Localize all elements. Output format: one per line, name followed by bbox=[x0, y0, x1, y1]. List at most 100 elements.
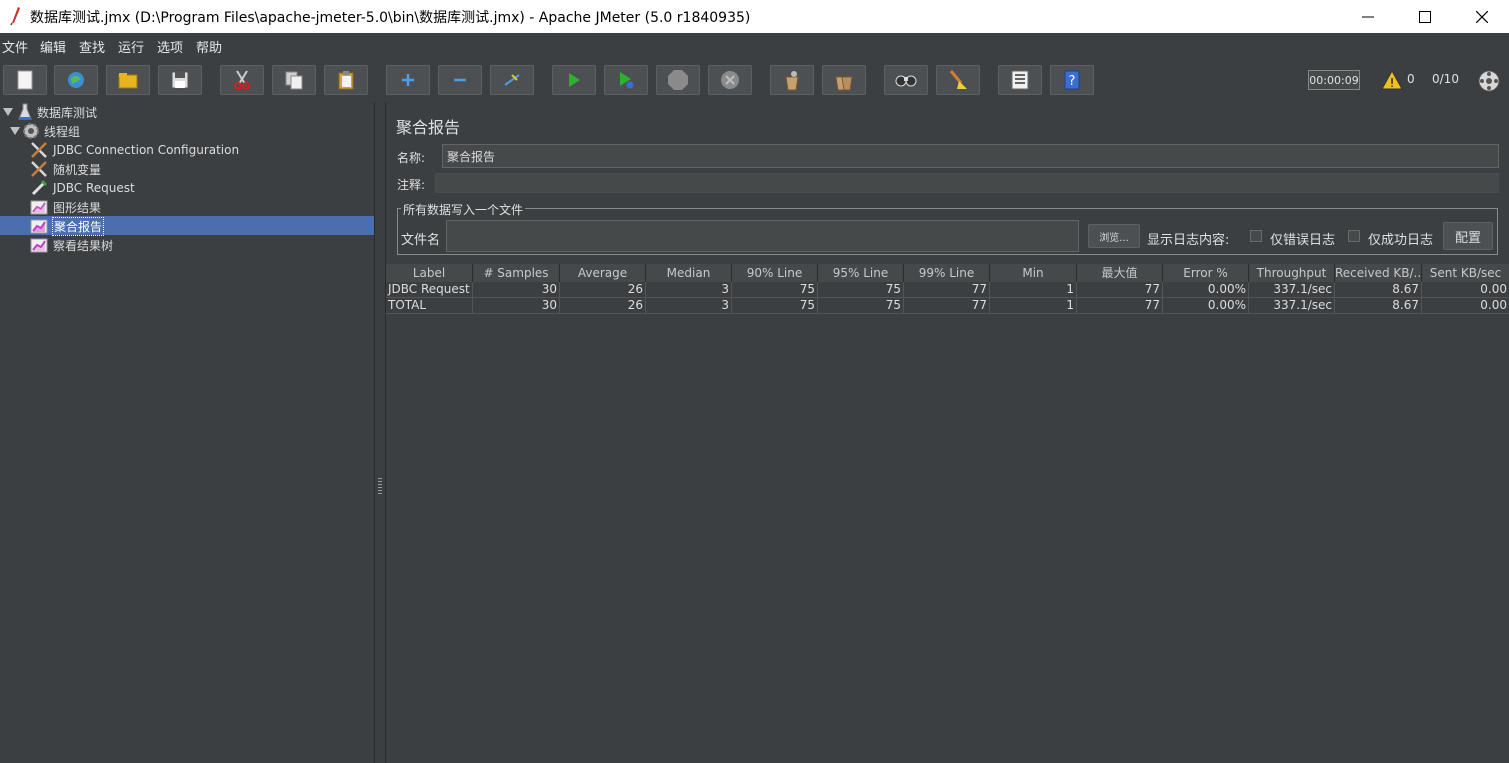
minimize-icon bbox=[1362, 16, 1374, 17]
reset-search-button[interactable] bbox=[936, 65, 980, 95]
column-header[interactable]: Throughput bbox=[1249, 264, 1335, 282]
function-helper-icon bbox=[1011, 70, 1029, 90]
listener-icon bbox=[30, 200, 48, 215]
menu-edit[interactable]: 编辑 bbox=[40, 37, 66, 56]
comment-field[interactable] bbox=[435, 173, 1499, 193]
table-cell: 26 bbox=[560, 298, 646, 314]
configure-button[interactable]: 配置 bbox=[1443, 222, 1493, 250]
tree-item-label: JDBC Request bbox=[53, 181, 135, 195]
column-header[interactable]: Label bbox=[386, 264, 473, 282]
page-title: 聚合报告 bbox=[396, 118, 461, 137]
table-cell: 77 bbox=[1077, 298, 1163, 314]
aggregate-report-panel: 聚合报告 名称: 聚合报告 注释: 所有数据写入一个文件 文件名 浏览... 显… bbox=[386, 102, 1509, 763]
elapsed-timer: 00:00:09 bbox=[1308, 70, 1360, 90]
title-bar: 数据库测试.jmx (D:\Program Files\apache-jmete… bbox=[0, 0, 1509, 33]
warning-icon[interactable]: ! bbox=[1381, 70, 1403, 90]
table-cell: 75 bbox=[732, 298, 818, 314]
thread-group-icon bbox=[23, 123, 39, 139]
maximize-icon bbox=[1419, 10, 1431, 23]
tree-item-graph-results[interactable]: 图形结果 bbox=[30, 198, 102, 216]
maximize-button[interactable] bbox=[1402, 0, 1448, 33]
table-row[interactable]: TOTAL 30 26 3 75 75 77 1 77 0.00% 337.1/… bbox=[386, 298, 1509, 314]
table-cell: 75 bbox=[818, 282, 904, 298]
copy-button[interactable] bbox=[272, 65, 316, 95]
name-field[interactable]: 聚合报告 bbox=[442, 144, 1499, 168]
column-header[interactable]: # Samples bbox=[473, 264, 560, 282]
column-header[interactable]: Sent KB/sec bbox=[1422, 264, 1509, 282]
search-button[interactable] bbox=[884, 65, 928, 95]
start-no-pauses-button[interactable] bbox=[604, 65, 648, 95]
function-helper-button[interactable] bbox=[998, 65, 1042, 95]
column-header[interactable]: 99% Line bbox=[904, 264, 990, 282]
table-cell: 75 bbox=[732, 282, 818, 298]
menu-options[interactable]: 选项 bbox=[157, 37, 183, 56]
name-label: 名称: bbox=[397, 151, 426, 165]
success-only-checkbox[interactable] bbox=[1348, 230, 1360, 242]
toggle-button[interactable] bbox=[490, 65, 534, 95]
tree-item-jdbc-request[interactable]: JDBC Request bbox=[30, 179, 136, 197]
new-button[interactable] bbox=[3, 65, 47, 95]
tree-item-aggregate-report[interactable]: 聚合报告 bbox=[30, 216, 105, 236]
clear-button[interactable] bbox=[770, 65, 814, 95]
cut-button[interactable] bbox=[220, 65, 264, 95]
table-cell: 3 bbox=[646, 282, 732, 298]
open-button[interactable] bbox=[106, 65, 150, 95]
errors-only-checkbox[interactable] bbox=[1250, 230, 1262, 242]
column-header[interactable]: 95% Line bbox=[818, 264, 904, 282]
column-header[interactable]: 90% Line bbox=[732, 264, 818, 282]
collapse-all-button[interactable] bbox=[438, 65, 482, 95]
table-cell: 8.67 bbox=[1335, 298, 1422, 314]
table-cell: 0.00% bbox=[1163, 282, 1249, 298]
tree-item-random-variable[interactable]: 随机变量 bbox=[30, 160, 102, 178]
menu-file[interactable]: 文件 bbox=[2, 37, 28, 56]
clear-all-icon bbox=[835, 76, 853, 91]
tree-item-label: 聚合报告 bbox=[52, 216, 105, 236]
expand-all-button[interactable] bbox=[386, 65, 430, 95]
config-element-icon bbox=[31, 142, 47, 158]
stop-button[interactable] bbox=[656, 65, 700, 95]
menu-run[interactable]: 运行 bbox=[118, 37, 144, 56]
tree-item-test-plan[interactable]: 数据库测试 bbox=[2, 103, 98, 121]
stop-icon bbox=[668, 70, 688, 90]
tree-item-label: 察看结果树 bbox=[53, 238, 114, 253]
clear-all-button[interactable] bbox=[822, 65, 866, 95]
new-icon bbox=[17, 70, 33, 90]
paste-button[interactable] bbox=[324, 65, 368, 95]
start-button[interactable] bbox=[552, 65, 596, 95]
browse-button[interactable]: 浏览... bbox=[1088, 224, 1140, 248]
shutdown-button[interactable] bbox=[708, 65, 752, 95]
collapse-icon bbox=[454, 78, 466, 82]
menu-help[interactable]: 帮助 bbox=[196, 37, 222, 56]
column-header[interactable]: Median bbox=[646, 264, 732, 282]
minimize-button[interactable] bbox=[1345, 0, 1391, 33]
tree-item-view-results-tree[interactable]: 察看结果树 bbox=[30, 236, 114, 254]
table-cell: 26 bbox=[560, 282, 646, 298]
table-cell: 3 bbox=[646, 298, 732, 314]
column-header[interactable]: Min bbox=[990, 264, 1077, 282]
menu-search[interactable]: 查找 bbox=[79, 37, 105, 56]
table-cell: 30 bbox=[473, 298, 560, 314]
tree-item-jdbc-connection-config[interactable]: JDBC Connection Configuration bbox=[30, 141, 240, 159]
save-button[interactable] bbox=[158, 65, 202, 95]
drag-handle-icon bbox=[378, 478, 382, 496]
filename-field[interactable] bbox=[446, 220, 1079, 252]
test-plan-icon bbox=[18, 103, 32, 120]
column-header[interactable]: 最大值 bbox=[1077, 264, 1163, 282]
tree-item-thread-group[interactable]: 线程组 bbox=[9, 122, 81, 140]
table-row[interactable]: JDBC Request 30 26 3 75 75 77 1 77 0.00%… bbox=[386, 282, 1509, 298]
window-title: 数据库测试.jmx (D:\Program Files\apache-jmete… bbox=[30, 10, 751, 26]
column-header[interactable]: Error % bbox=[1163, 264, 1249, 282]
test-plan-tree: 数据库测试 线程组 JDBC Connection Configuration … bbox=[0, 102, 374, 763]
toggle-icon bbox=[504, 74, 520, 86]
templates-button[interactable] bbox=[54, 65, 98, 95]
toolbar: ? bbox=[0, 57, 1509, 101]
start-no-pause-icon bbox=[620, 72, 634, 89]
save-icon bbox=[171, 71, 189, 89]
column-header[interactable]: Received KB/... bbox=[1335, 264, 1422, 282]
column-header[interactable]: Average bbox=[560, 264, 646, 282]
filename-label: 文件名 bbox=[401, 233, 441, 248]
help-button[interactable]: ? bbox=[1050, 65, 1094, 95]
close-button[interactable] bbox=[1459, 0, 1505, 33]
split-pane-divider[interactable] bbox=[374, 102, 386, 763]
table-cell: JDBC Request bbox=[386, 282, 473, 298]
